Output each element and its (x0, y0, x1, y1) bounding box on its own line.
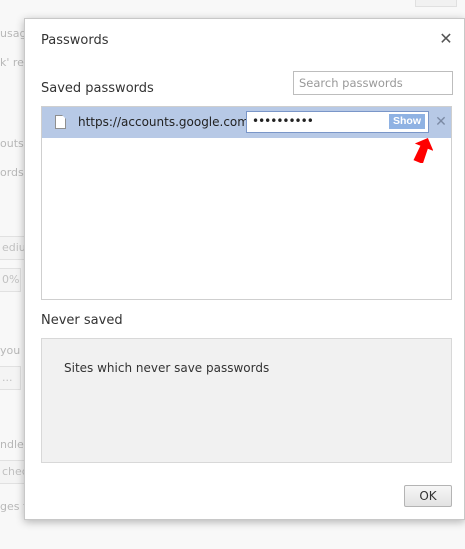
never-saved-label: Never saved (41, 313, 123, 328)
never-saved-placeholder: Sites which never save passwords (64, 361, 270, 375)
red-arrow-icon (413, 137, 433, 163)
passwords-dialog: Passwords ✕ Saved passwords https://acco… (24, 18, 465, 520)
remove-icon[interactable]: ✕ (434, 115, 448, 129)
show-password-button[interactable]: Show (389, 114, 425, 129)
password-field[interactable]: •••••••••• Show (246, 111, 429, 133)
dialog-title: Passwords (41, 33, 109, 48)
password-row[interactable]: https://accounts.google.com/ •••••••••• … (42, 107, 451, 138)
never-saved-list: Sites which never save passwords (41, 338, 452, 463)
saved-passwords-list: https://accounts.google.com/ •••••••••• … (41, 106, 452, 300)
close-icon[interactable]: ✕ (438, 31, 454, 47)
document-icon (55, 115, 66, 129)
password-mask: •••••••••• (252, 114, 314, 128)
saved-passwords-label: Saved passwords (41, 81, 154, 96)
search-passwords-input[interactable] (293, 71, 453, 95)
site-url: https://accounts.google.com/ (78, 115, 254, 129)
ok-button[interactable]: OK (404, 485, 452, 507)
